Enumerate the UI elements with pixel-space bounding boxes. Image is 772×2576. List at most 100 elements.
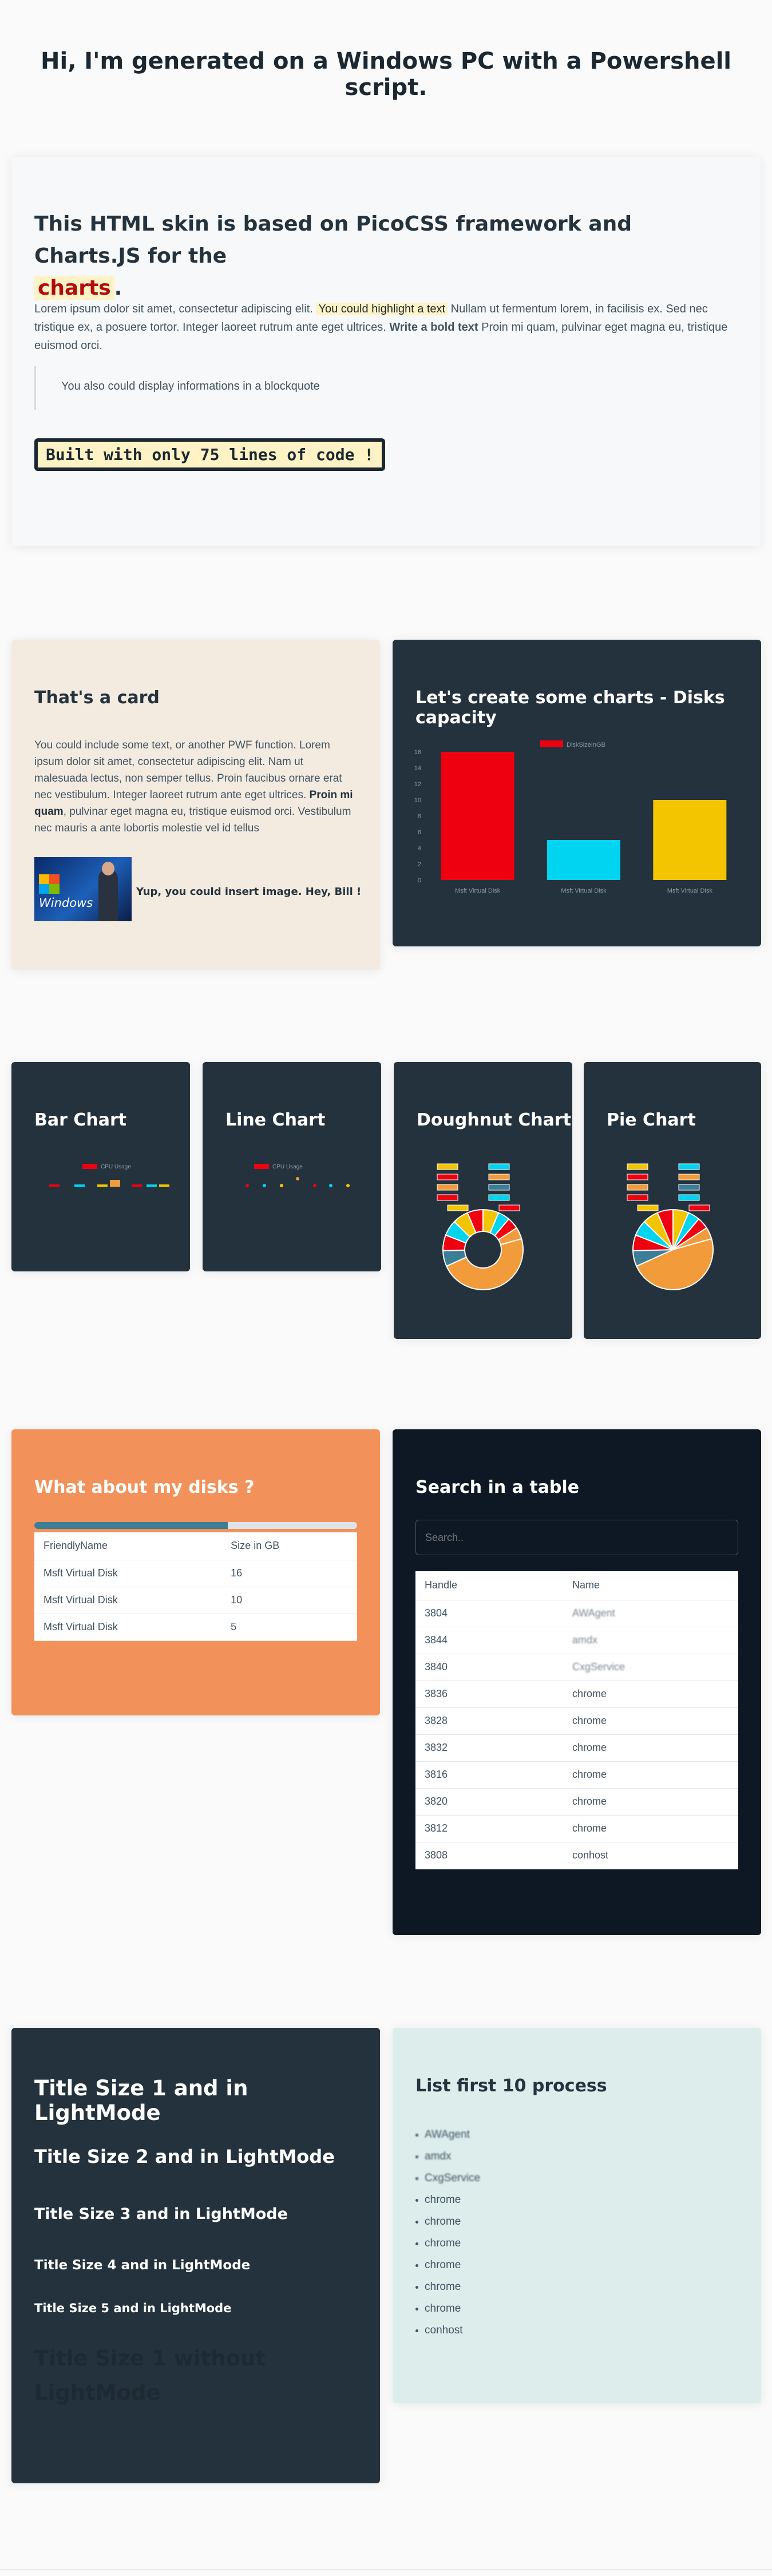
pie-legend-swatch bbox=[688, 1204, 710, 1211]
list-item: conhost bbox=[415, 2320, 480, 2341]
hero-title-pico: PicoCSS framework bbox=[355, 212, 581, 236]
table-row: 3804 AWAgent bbox=[415, 1600, 738, 1627]
bill-gates-image: Windows bbox=[34, 857, 132, 921]
image-caption: Yup, you could insert image. Hey, Bill ! bbox=[136, 886, 362, 898]
mini-line-point bbox=[263, 1184, 266, 1187]
mini-line-chart: CPU Usage bbox=[246, 1164, 350, 1187]
line-chart-card: Line Chart CPU Usage bbox=[203, 1062, 381, 1271]
search-card: Search in a table Handle Name 3804AWAgen… bbox=[393, 1429, 761, 1935]
hero-code-text: Built with only 75 lines of code ! bbox=[38, 442, 382, 467]
x-tick-label: Msft Virtual Disk bbox=[667, 887, 713, 894]
name-cell: chrome bbox=[563, 1761, 738, 1789]
titles-card: Title Size 1 and in LightMode Title Size… bbox=[11, 2028, 380, 2483]
mini-bar-legend-swatch bbox=[82, 1164, 97, 1169]
process-list-card: List first 10 process AWAgent amdx CxgSe… bbox=[393, 2028, 761, 2403]
table-row: 3816 chrome bbox=[415, 1761, 738, 1789]
y-tick-label: 6 bbox=[418, 829, 421, 836]
mini-doughnut-chart bbox=[437, 1163, 524, 1290]
process-list: AWAgent amdx CxgService chrome chrome ch… bbox=[415, 2124, 480, 2341]
mini-line-legend-swatch bbox=[254, 1164, 269, 1169]
pie-chart-card: Pie Chart bbox=[584, 1062, 761, 1339]
page-title: Hi, I'm generated on a Windows PC with a… bbox=[41, 48, 731, 101]
hero-title: This HTML skin is based on PicoCSS frame… bbox=[34, 208, 721, 304]
mini-bar-mark bbox=[159, 1184, 169, 1187]
table-row: Msft Virtual Disk 10 bbox=[34, 1587, 357, 1614]
disk-capacity-chart: DiskSizeInGB 0 2 4 6 8 10 12 14 16 Msft Virtual Di… bbox=[414, 740, 727, 894]
table-row: 3808 conhost bbox=[415, 1842, 738, 1869]
mini-bar-mark bbox=[110, 1180, 120, 1187]
mini-bar-marks bbox=[49, 1180, 169, 1187]
mini-line-point bbox=[313, 1184, 316, 1187]
title-size-2: Title Size 2 and in LightMode bbox=[34, 2146, 335, 2167]
hero-blockquote-text: You also could display informations in a… bbox=[61, 380, 320, 393]
handle-cell: 3840 bbox=[415, 1654, 563, 1681]
process-header-handle: Handle bbox=[415, 1571, 563, 1600]
mini-line-point bbox=[346, 1184, 350, 1187]
hero-section: This HTML skin is based on PicoCSS frame… bbox=[11, 157, 761, 546]
disks-card: What about my disks ? FriendlyName Size … bbox=[11, 1429, 380, 1715]
mini-bar-mark bbox=[97, 1184, 108, 1187]
person-figure bbox=[98, 870, 118, 921]
search-input[interactable] bbox=[415, 1520, 738, 1555]
hero-title-chartjs: Charts.JS bbox=[34, 244, 141, 268]
mini-pie-chart bbox=[627, 1163, 714, 1290]
pie-legend-swatch bbox=[627, 1194, 648, 1201]
process-list-title: List first 10 process bbox=[415, 2076, 607, 2096]
pie-legend-swatch bbox=[627, 1184, 648, 1191]
disk-size-cell: 10 bbox=[221, 1587, 357, 1614]
table-row: Msft Virtual Disk 16 bbox=[34, 1560, 357, 1587]
mini-bar-mark bbox=[49, 1184, 60, 1187]
mini-bar-mark bbox=[147, 1184, 157, 1187]
hero-title-for: for the bbox=[148, 244, 227, 268]
y-tick-label: 0 bbox=[418, 877, 421, 884]
mini-bar-mark bbox=[132, 1184, 142, 1187]
windows-logo-icon bbox=[39, 874, 60, 894]
doughnut-legend-swatch bbox=[437, 1194, 458, 1201]
table-row: 3832 chrome bbox=[415, 1734, 738, 1762]
pie-legend-swatch bbox=[627, 1163, 648, 1170]
disk-bar bbox=[547, 840, 620, 880]
image-windows-text: Windows bbox=[39, 896, 93, 910]
doughnut-legend-swatch bbox=[447, 1204, 469, 1211]
footer-divider bbox=[0, 2569, 772, 2570]
y-tick-label: 2 bbox=[418, 861, 421, 868]
doughnut-legend-swatch bbox=[437, 1174, 458, 1180]
mini-line-point bbox=[329, 1184, 332, 1187]
hero-code-badge: Built with only 75 lines of code ! bbox=[34, 438, 386, 471]
y-tick-label: 10 bbox=[414, 797, 421, 804]
info-card: That's a card You could include some tex… bbox=[11, 640, 380, 969]
mini-bar-legend: CPU Usage bbox=[101, 1164, 131, 1170]
hero-para-bold: Write a bold text bbox=[389, 321, 478, 334]
doughnut-legend-swatch bbox=[437, 1184, 458, 1191]
table-row: Msft Virtual Disk 5 bbox=[34, 1614, 357, 1641]
list-item: chrome bbox=[415, 2276, 480, 2298]
y-tick-label: 16 bbox=[414, 749, 421, 756]
disk-legend-swatch bbox=[540, 740, 563, 747]
disk-name-cell: Msft Virtual Disk bbox=[34, 1587, 222, 1614]
list-item: chrome bbox=[415, 2254, 480, 2276]
table-row: 3844 amdx bbox=[415, 1627, 738, 1654]
doughnut-legend-swatch bbox=[498, 1204, 520, 1211]
doughnut-legend-swatch bbox=[488, 1174, 510, 1180]
mini-bar-mark bbox=[74, 1184, 85, 1187]
name-cell: AWAgent bbox=[563, 1600, 738, 1627]
disk-progress-bar bbox=[34, 1522, 357, 1529]
hero-paragraph: Lorem ipsum dolor sit amet, consectetur … bbox=[34, 300, 738, 355]
hero-para-highlight: You could highlight a text bbox=[316, 303, 448, 315]
mini-line-points bbox=[246, 1177, 350, 1187]
pie-legend-swatch bbox=[678, 1194, 700, 1201]
table-row: 3836 chrome bbox=[415, 1681, 738, 1708]
info-card-text-2: , pulvinar eget magna eu, tristique euis… bbox=[34, 806, 351, 834]
list-item: AWAgent bbox=[415, 2124, 480, 2146]
title-size-3: Title Size 3 and in LightMode bbox=[34, 2205, 288, 2223]
disks-table: FriendlyName Size in GB Msft Virtual Dis… bbox=[34, 1532, 357, 1641]
hero-title-and: and bbox=[588, 212, 632, 236]
handle-cell: 3836 bbox=[415, 1681, 563, 1708]
handle-cell: 3828 bbox=[415, 1707, 563, 1735]
list-item: chrome bbox=[415, 2211, 480, 2233]
disks-card-title: What about my disks ? bbox=[34, 1477, 255, 1497]
mini-line-point bbox=[280, 1184, 283, 1187]
list-item: CxgService bbox=[415, 2167, 480, 2189]
x-tick-label: Msft Virtual Disk bbox=[561, 887, 607, 894]
hero-blockquote: You also could display informations in a… bbox=[34, 366, 738, 410]
